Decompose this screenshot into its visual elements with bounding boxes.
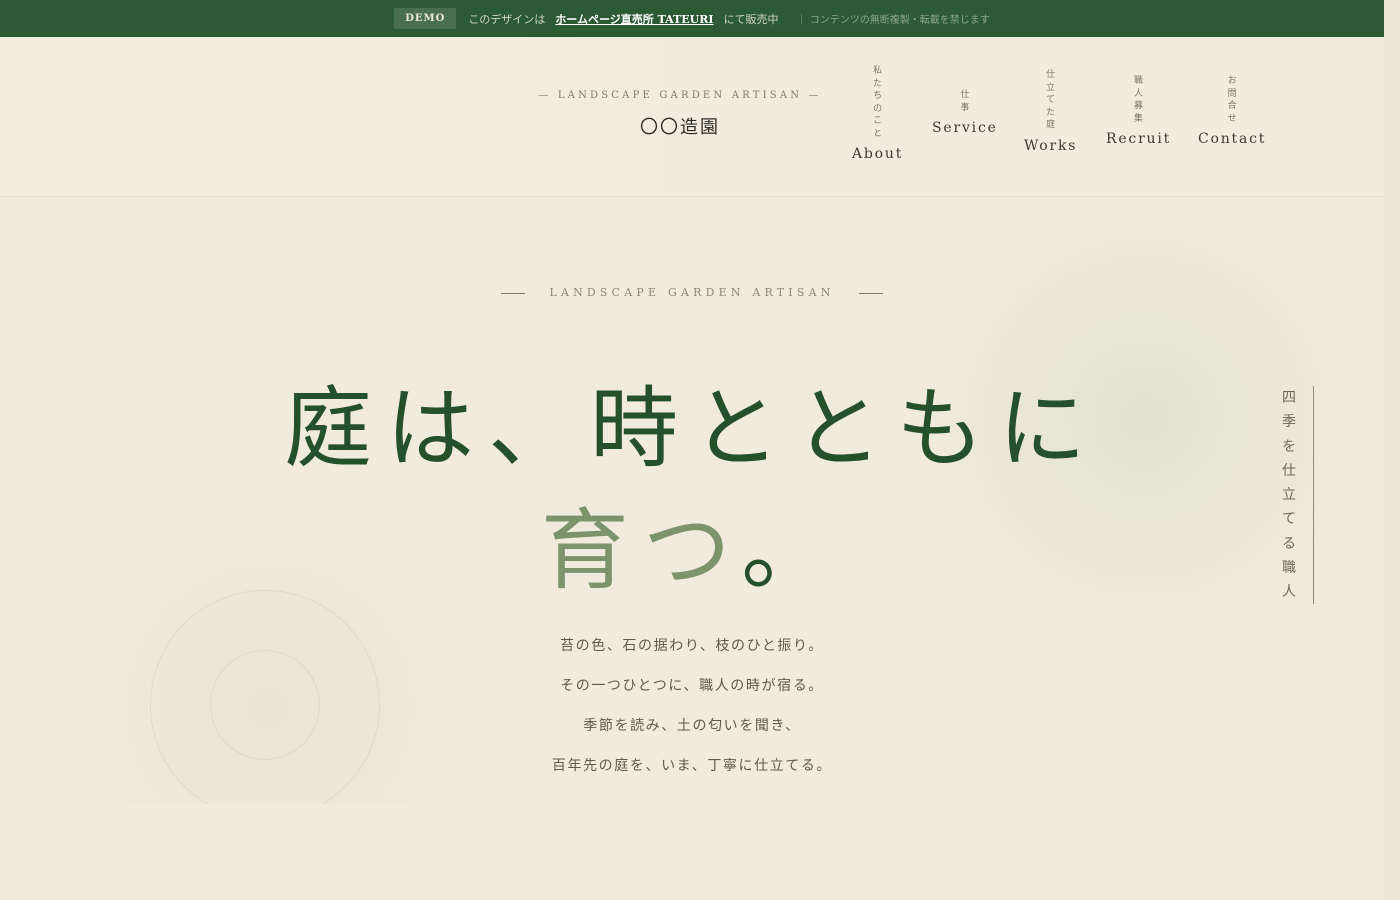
nav-item-works-jp: 仕立てた庭 (1046, 70, 1056, 130)
hero-paragraph-line: 苔の色、石の据わり、枝のひと振り。 (560, 638, 824, 654)
nav-item-contact[interactable]: お問合せ Contact (1198, 75, 1266, 147)
hero-headline-accent: 育つ (540, 499, 742, 602)
hero-headline-line2: 育つ。 (0, 480, 1384, 607)
tateuri-link[interactable]: ホームページ直売所 TATEURI (555, 11, 713, 27)
nav-item-service[interactable]: 仕事 Service (932, 89, 998, 136)
demo-banner-prefix: このデザインは (468, 12, 546, 26)
hero-eyebrow: LANDSCAPE GARDEN ARTISAN (0, 286, 1384, 299)
copyright-notice: ｜ コンテンツの無断複製・転載を禁じます (796, 15, 990, 26)
hero-headline-line1: 庭は、時とともに (283, 377, 1100, 480)
hero-paragraph: 苔の色、石の据わり、枝のひと振り。 その一つひとつに、職人の時が宿る。 季節を読… (0, 626, 1384, 786)
eyebrow-line-right (858, 292, 883, 294)
hero-eyebrow-text: LANDSCAPE GARDEN ARTISAN (549, 286, 835, 299)
nav-item-contact-jp: お問合せ (1227, 76, 1237, 124)
vertical-caption: 四季を仕立てる職人 (1282, 390, 1296, 601)
hero-headline-end: 。 (741, 499, 844, 602)
nav-item-works-en: Works (1024, 137, 1078, 154)
demo-banner-suffix: にて販売中 (723, 12, 779, 26)
demo-banner: DEMO このデザインは ホームページ直売所 TATEURI にて販売中 ｜ コ… (0, 0, 1384, 37)
site-header: — LANDSCAPE GARDEN ARTISAN — 〇〇造園 私たちのこと… (0, 37, 1384, 197)
demo-badge: DEMO (394, 8, 457, 29)
brand-name: 〇〇造園 (640, 117, 720, 138)
nav-item-recruit-jp: 職人募集 (1134, 76, 1144, 124)
nav-item-contact-en: Contact (1198, 131, 1267, 147)
vertical-divider (1313, 386, 1314, 604)
nav-item-service-en: Service (932, 120, 998, 136)
nav-item-service-jp: 仕事 (960, 90, 970, 113)
hero-paragraph-line: 季節を読み、土の匂いを聞き、 (583, 718, 801, 734)
nav-item-about[interactable]: 私たちのこと About (852, 65, 903, 162)
nav-item-works[interactable]: 仕立てた庭 Works (1024, 69, 1077, 154)
brand-tagline: — LANDSCAPE GARDEN ARTISAN — (538, 90, 822, 101)
hero-paragraph-line: その一つひとつに、職人の時が宿る。 (560, 678, 824, 694)
nav-item-about-en: About (852, 146, 904, 162)
hero-paragraph-line: 百年先の庭を、いま、丁寧に仕立てる。 (551, 758, 833, 774)
nav-item-about-jp: 私たちのこと (873, 66, 883, 139)
nav-item-recruit[interactable]: 職人募集 Recruit (1106, 75, 1171, 147)
eyebrow-line-left (501, 292, 526, 294)
nav-item-recruit-en: Recruit (1106, 131, 1172, 147)
brand-logo[interactable]: — LANDSCAPE GARDEN ARTISAN — 〇〇造園 (520, 90, 840, 139)
hero-section: LANDSCAPE GARDEN ARTISAN 庭は、時とともに 育つ。 苔の… (0, 198, 1384, 804)
scrollbar[interactable] (1384, 0, 1400, 900)
